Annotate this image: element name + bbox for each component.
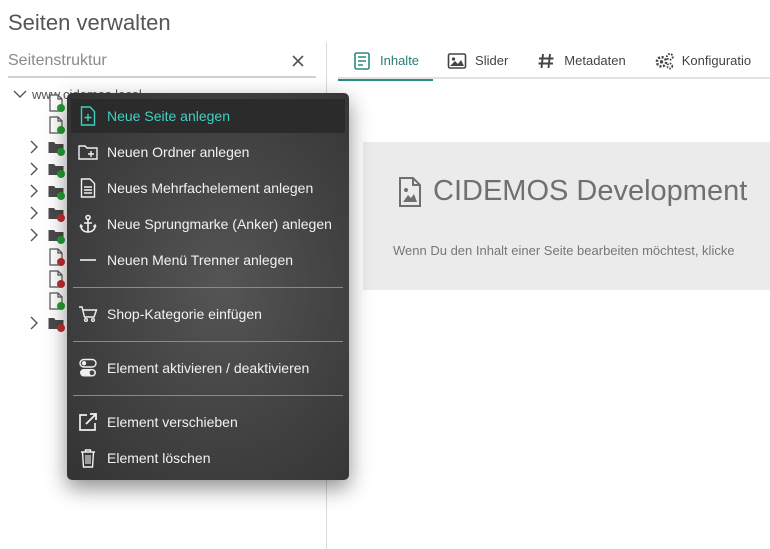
chevron-down-icon[interactable] xyxy=(12,86,28,102)
menu-item-move-external[interactable]: Element verschieben xyxy=(71,405,345,439)
chevron-right-icon[interactable] xyxy=(28,228,40,242)
page-title: Seiten verwalten xyxy=(8,10,171,35)
menu-item-anchor[interactable]: Neue Sprungmarke (Anker) anlegen xyxy=(71,207,345,241)
move-external-icon xyxy=(78,412,98,432)
page-document-icon xyxy=(399,176,421,207)
image-icon xyxy=(447,51,467,71)
tree-folder-node[interactable] xyxy=(30,313,68,333)
tab-label: Slider xyxy=(475,53,509,68)
status-dot-red xyxy=(57,214,65,222)
tree-search xyxy=(8,45,316,78)
tree-search-input[interactable] xyxy=(8,49,278,73)
tree-folder-node[interactable] xyxy=(30,159,68,179)
hash-icon xyxy=(536,51,556,71)
menu-item-label: Shop-Kategorie einfügen xyxy=(107,306,262,322)
menu-item-separator-line[interactable]: Neuen Menü Trenner anlegen xyxy=(71,243,345,277)
status-dot-green xyxy=(57,148,65,156)
tree-page-node[interactable] xyxy=(48,291,68,311)
cart-icon xyxy=(78,304,98,324)
clear-search-icon[interactable] xyxy=(292,55,304,67)
content-list-icon xyxy=(352,51,372,71)
tree-page-node[interactable] xyxy=(48,115,68,135)
status-dot-red xyxy=(57,258,65,266)
tab-metadaten[interactable]: Metadaten xyxy=(522,42,639,79)
tab-label: Konfiguratio xyxy=(681,53,752,68)
chevron-right-icon[interactable] xyxy=(28,206,40,220)
chevron-right-icon[interactable] xyxy=(28,316,40,330)
menu-divider xyxy=(73,395,343,396)
status-dot-green xyxy=(57,126,65,134)
tree-folder-node[interactable] xyxy=(30,137,68,157)
anchor-icon xyxy=(78,214,98,234)
gears-icon xyxy=(654,51,674,71)
status-dot-green xyxy=(57,170,65,178)
tab-label: Metadaten xyxy=(564,53,626,68)
menu-item-label: Neue Seite anlegen xyxy=(107,108,230,124)
menu-divider xyxy=(73,287,343,288)
tab-label: Inhalte xyxy=(380,53,420,68)
menu-item-label: Element löschen xyxy=(107,450,211,466)
card-description: Wenn Du den Inhalt einer Seite bearbeite… xyxy=(393,243,735,258)
menu-item-trash[interactable]: Element löschen xyxy=(71,441,345,475)
menu-item-new-page[interactable]: Neue Seite anlegen xyxy=(71,99,345,133)
status-dot-green xyxy=(57,104,65,112)
status-dot-green xyxy=(57,192,65,200)
multi-element-icon xyxy=(78,178,98,198)
chevron-right-icon[interactable] xyxy=(28,162,40,176)
menu-item-multi-element[interactable]: Neues Mehrfachelement anlegen xyxy=(71,171,345,205)
menu-divider xyxy=(73,341,343,342)
menu-item-cart[interactable]: Shop-Kategorie einfügen xyxy=(71,297,345,331)
tree-page-node[interactable] xyxy=(48,269,68,289)
toggle-icon xyxy=(78,358,98,378)
chevron-right-icon[interactable] xyxy=(28,184,40,198)
tab-konfiguratio[interactable]: Konfiguratio xyxy=(640,42,765,79)
card-title-row: CIDEMOS Development xyxy=(397,175,747,208)
menu-item-toggle[interactable]: Element aktivieren / deaktivieren xyxy=(71,351,345,385)
tree-folder-node[interactable] xyxy=(30,181,68,201)
menu-item-label: Neuen Menü Trenner anlegen xyxy=(107,252,294,268)
tree-folder-node[interactable] xyxy=(30,203,68,223)
tree-page-node[interactable] xyxy=(48,93,68,113)
menu-item-label: Neue Sprungmarke (Anker) anlegen xyxy=(107,216,332,232)
menu-item-label: Neues Mehrfachelement anlegen xyxy=(107,180,314,196)
card-title: CIDEMOS Development xyxy=(433,175,748,207)
new-page-icon xyxy=(78,106,98,126)
content-info-card: CIDEMOS Development Wenn Du den Inhalt e… xyxy=(363,142,770,290)
chevron-right-icon[interactable] xyxy=(28,140,40,154)
new-folder-icon xyxy=(78,142,98,162)
separator-line-icon xyxy=(78,250,98,270)
menu-item-label: Element verschieben xyxy=(107,414,238,430)
trash-icon xyxy=(78,448,98,468)
context-menu: Neue Seite anlegen Neuen Ordner anlegen Ne… xyxy=(67,93,349,480)
status-dot-red xyxy=(57,324,65,332)
menu-item-label: Element aktivieren / deaktivieren xyxy=(107,360,310,376)
tree-folder-node[interactable] xyxy=(30,225,68,245)
menu-item-new-folder[interactable]: Neuen Ordner anlegen xyxy=(71,135,345,169)
menu-item-label: Neuen Ordner anlegen xyxy=(107,144,250,160)
content-tabs: Inhalte Slider Metadaten Konfiguratio xyxy=(338,42,770,81)
tree-page-node[interactable] xyxy=(48,247,68,267)
status-dot-red xyxy=(57,280,65,288)
status-dot-green xyxy=(57,236,65,244)
status-dot-green xyxy=(57,302,65,310)
tab-slider[interactable]: Slider xyxy=(433,42,522,79)
tab-inhalte[interactable]: Inhalte xyxy=(338,42,434,81)
